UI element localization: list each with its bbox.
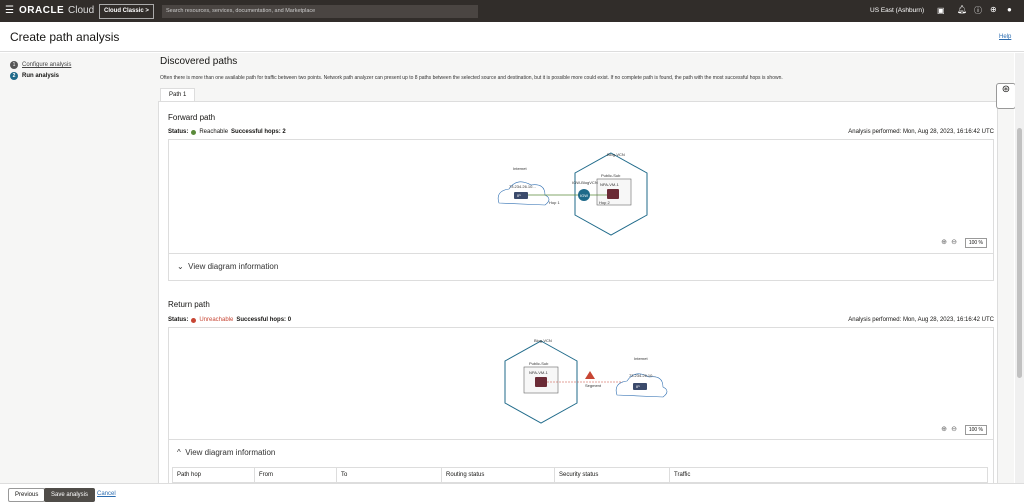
analysis-timestamp: Analysis performed: Mon, Aug 28, 2023, 1… — [848, 129, 994, 135]
section-heading: Discovered paths — [160, 56, 237, 67]
status-label: Status: — [168, 317, 188, 323]
zoom-in-icon[interactable]: ⊕ — [941, 425, 947, 433]
igw-label: IGW — [580, 193, 588, 198]
search-input[interactable]: Search resources, services, documentatio… — [162, 5, 478, 18]
subnet-label: Public-Sub — [601, 173, 620, 178]
previous-button[interactable]: Previous — [8, 488, 45, 502]
successful-hops: Successful hops: 2 — [231, 129, 286, 135]
warning-icon — [585, 371, 595, 379]
support-lifebuoy-icon[interactable]: ⊛ — [996, 83, 1016, 109]
step-label: Configure analysis — [22, 62, 71, 68]
internet-label: Internet — [513, 166, 527, 171]
code-editor-icon[interactable]: ▣ — [937, 6, 945, 15]
zoom-in-icon[interactable]: ⊕ — [941, 238, 947, 246]
hops-table: Path hop From To Routing status Security… — [172, 467, 988, 483]
hop2-label: Hop 2 — [599, 200, 610, 205]
chevron-up-icon: ^ — [177, 448, 181, 457]
globe-icon[interactable]: ⊕ — [990, 5, 997, 14]
profile-icon[interactable]: ● — [1007, 5, 1012, 14]
forward-status: Status: Reachable Successful hops: 2 — [168, 129, 286, 135]
menu-icon[interactable]: ☰ — [5, 5, 14, 16]
save-analysis-button[interactable]: Save analysis — [44, 488, 95, 502]
help-link[interactable]: Help — [999, 34, 1011, 40]
column-header: From — [255, 468, 337, 483]
vm-label: NPA-VM-1 — [529, 370, 548, 375]
page-title: Create path analysis — [10, 30, 119, 44]
column-header: Routing status — [442, 468, 555, 483]
column-header: Traffic — [670, 468, 988, 483]
zoom-out-icon[interactable]: ⊖ — [951, 425, 957, 433]
vm-icon — [535, 377, 547, 387]
step-number: 1 — [10, 61, 18, 69]
ip-address-label: 73.234.26.10... — [629, 373, 656, 378]
return-path-title: Return path — [168, 300, 210, 309]
cancel-link[interactable]: Cancel — [97, 491, 116, 497]
column-header: Path hop — [173, 468, 255, 483]
scrollbar-thumb[interactable] — [1017, 128, 1022, 378]
status-value: Reachable — [199, 129, 228, 135]
subnet-label: Public-Sub — [529, 361, 548, 366]
zoom-level[interactable]: 100 % — [965, 425, 987, 435]
status-label: Status: — [168, 129, 188, 135]
top-bar: ☰ ORACLE Cloud Cloud Classic > Search re… — [0, 0, 1024, 22]
segment-label: Segment — [585, 383, 601, 388]
successful-hops: Successful hops: 0 — [236, 317, 291, 323]
region-selector[interactable]: US East (Ashburn) — [870, 7, 924, 14]
return-status: Status: Unreachable Successful hops: 0 — [168, 317, 291, 323]
step-label: Run analysis — [22, 73, 59, 79]
vm-icon — [607, 189, 619, 199]
footer: Previous Save analysis Cancel — [0, 483, 1024, 504]
oracle-logo[interactable]: ORACLE — [19, 5, 64, 16]
unreachable-dot-icon — [191, 318, 196, 323]
ip-label: IP — [517, 193, 521, 198]
scrollbar[interactable] — [1015, 53, 1024, 483]
igw-name-label: IGW-BlogVCN — [572, 180, 598, 185]
zoom-out-icon[interactable]: ⊖ — [951, 238, 957, 246]
tab-path-1[interactable]: Path 1 — [160, 88, 195, 101]
step-run[interactable]: 2 Run analysis — [10, 72, 59, 80]
cloud-label: Cloud — [68, 5, 94, 16]
title-bar: Create path analysis Help — [0, 22, 1024, 52]
expand-label: View diagram information — [185, 448, 275, 457]
internet-label: Internet — [634, 356, 648, 361]
forward-diagram[interactable]: Blog-VCN Internet 73.234.26.10... IP Pub… — [168, 139, 994, 254]
expand-label: View diagram information — [188, 262, 278, 271]
help-icon[interactable]: ⓘ — [974, 5, 982, 16]
steps-sidebar: 1 Configure analysis 2 Run analysis — [0, 53, 150, 483]
section-description: Often there is more than one available p… — [160, 75, 783, 81]
zoom-level[interactable]: 100 % — [965, 238, 987, 248]
forward-path-title: Forward path — [168, 113, 215, 122]
vcn-label: Blog-VCN — [607, 152, 625, 157]
column-header: Security status — [555, 468, 670, 483]
column-header: To — [337, 468, 442, 483]
forward-diagram-info-toggle[interactable]: ⌄ View diagram information — [168, 254, 994, 281]
table-header-row: Path hop From To Routing status Security… — [173, 468, 988, 483]
analysis-timestamp: Analysis performed: Mon, Aug 28, 2023, 1… — [848, 317, 994, 323]
ip-address-label: 73.234.26.10... — [509, 184, 536, 189]
vm-label: NPA-VM-1 — [600, 182, 619, 187]
bell-icon[interactable]: 🔔︎ — [957, 5, 967, 14]
return-diagram[interactable]: Blog-VCN Public-Sub NPA-VM-1 Segment Int… — [168, 327, 994, 440]
chevron-down-icon: ⌄ — [177, 262, 184, 271]
cloud-classic-button[interactable]: Cloud Classic > — [99, 4, 154, 19]
status-value: Unreachable — [199, 317, 233, 323]
step-number: 2 — [10, 72, 18, 80]
step-configure[interactable]: 1 Configure analysis — [10, 61, 71, 69]
main-content: Discovered paths Often there is more tha… — [150, 53, 1014, 483]
hop1-label: Hop 1 — [549, 200, 560, 205]
reachable-dot-icon — [191, 130, 196, 135]
ip-label: IP — [636, 384, 640, 389]
vcn-label: Blog-VCN — [534, 338, 552, 343]
